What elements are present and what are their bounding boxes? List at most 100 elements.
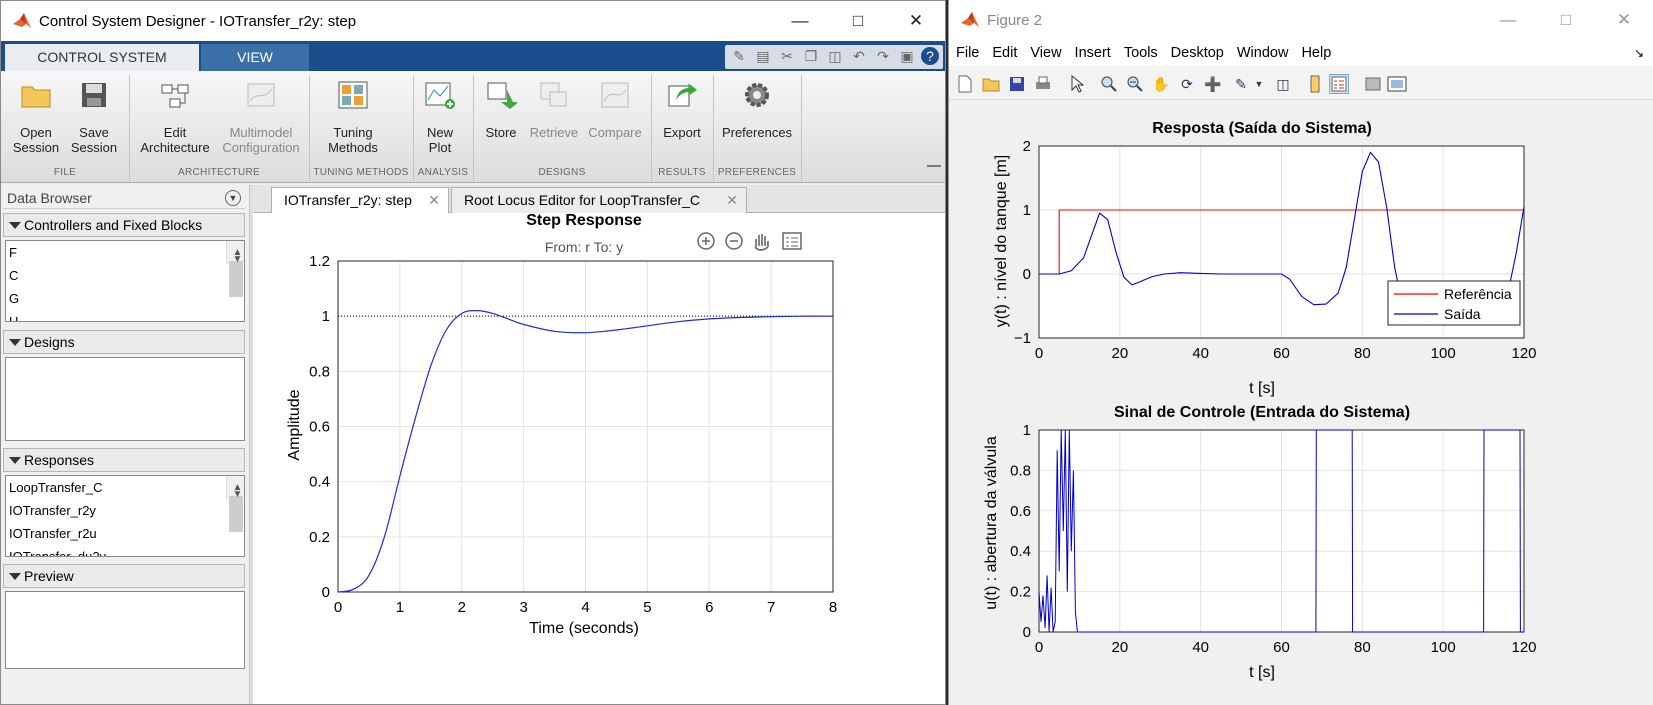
brush-dropdown-icon[interactable]: ▼: [1249, 74, 1269, 94]
scrollbar[interactable]: ▲ ▼: [226, 476, 244, 532]
minimize-button[interactable]: —: [771, 1, 829, 41]
scrollbar[interactable]: ▲ ▼: [226, 241, 244, 297]
minimize-button[interactable]: —: [1479, 0, 1537, 40]
list-item[interactable]: IOTransfer_r2u: [6, 522, 244, 545]
dock-arrow-icon[interactable]: ↘: [1634, 46, 1644, 60]
open-session-button[interactable]: Open Session: [11, 77, 61, 155]
new-plot-button[interactable]: New Plot: [419, 77, 461, 155]
select-arrow-icon[interactable]: [1067, 74, 1087, 94]
hide-plot-tools-icon[interactable]: [1363, 74, 1383, 94]
qa-redo-icon[interactable]: ↷: [873, 45, 893, 67]
collapse-ribbon-icon[interactable]: [927, 165, 941, 177]
qa-cut-icon[interactable]: ✂: [777, 45, 797, 67]
x-tick-label: 4: [581, 599, 589, 616]
store-button[interactable]: Store: [479, 77, 523, 140]
responses-list[interactable]: LoopTransfer_C IOTransfer_r2y IOTransfer…: [5, 475, 245, 557]
step-response-plot[interactable]: Step Response From: r To: y 0 1 2 3 4 5 6 7 8 0 0.…: [253, 212, 946, 705]
retrieve-button[interactable]: Retrieve: [527, 77, 581, 140]
maximize-button[interactable]: □: [829, 1, 887, 41]
open-file-icon[interactable]: [981, 74, 1001, 94]
zoom-in-icon[interactable]: [697, 232, 715, 250]
list-item[interactable]: F: [6, 241, 244, 264]
ribbon: Open Session Save Session Edit Architect…: [1, 71, 945, 183]
menu-help[interactable]: Help: [1301, 45, 1331, 61]
responses-header[interactable]: Responses: [3, 448, 245, 472]
qa-paste-icon[interactable]: ◫: [825, 45, 845, 67]
section-analysis-label: ANALYSIS: [417, 167, 469, 178]
y-tick-label: 0.2: [1010, 584, 1031, 601]
menu-window[interactable]: Window: [1237, 45, 1289, 61]
x-tick-label: 40: [1192, 639, 1209, 656]
brush-icon[interactable]: ✎: [1231, 74, 1251, 94]
designs-list[interactable]: [5, 357, 245, 441]
scroll-down-icon[interactable]: ▼: [227, 483, 244, 500]
edit-architecture-button[interactable]: Edit Architecture: [135, 77, 215, 155]
y-tick-label: 0.6: [1010, 503, 1031, 520]
controllers-header[interactable]: Controllers and Fixed Blocks: [3, 213, 245, 237]
list-item[interactable]: G: [6, 287, 244, 310]
step-response-chart[interactable]: Step Response From: r To: y 0 1 2 3 4 5 6 7 8 0 0.…: [253, 212, 946, 705]
preferences-button[interactable]: Preferences: [719, 77, 795, 140]
tab-root-locus[interactable]: Root Locus Editor for LoopTransfer_C ✕: [451, 187, 747, 213]
pan-hand-icon[interactable]: [754, 234, 769, 251]
close-button[interactable]: ✕: [1595, 0, 1653, 40]
y-axis-label: Amplitude: [286, 389, 303, 460]
save-session-button[interactable]: Save Session: [69, 77, 119, 155]
scroll-down-icon[interactable]: ▼: [227, 248, 244, 265]
close-tab-icon[interactable]: ✕: [428, 188, 440, 212]
qa-copy-icon[interactable]: ❐: [801, 45, 821, 67]
close-button[interactable]: ✕: [887, 1, 945, 41]
list-item[interactable]: IOTransfer_du2y: [6, 545, 244, 556]
menu-view[interactable]: View: [1030, 45, 1061, 61]
divider: [651, 75, 652, 181]
figure-canvas[interactable]: Resposta (Saída do Sistema) 0 20 40 60 80 100…: [949, 101, 1653, 705]
link-plot-icon[interactable]: ◫: [1273, 74, 1293, 94]
new-figure-icon[interactable]: [955, 74, 975, 94]
list-item[interactable]: IOTransfer_r2y: [6, 499, 244, 522]
menu-file[interactable]: File: [956, 45, 979, 61]
qa-save-icon[interactable]: ▤: [753, 45, 773, 67]
menu-edit[interactable]: Edit: [992, 45, 1017, 61]
controllers-list[interactable]: F C G H ▲ ▼: [5, 240, 245, 322]
menu-insert[interactable]: Insert: [1075, 45, 1111, 61]
rotate-3d-icon[interactable]: ⟳: [1177, 74, 1197, 94]
qa-undo-icon[interactable]: ↶: [849, 45, 869, 67]
designs-header[interactable]: Designs: [3, 330, 245, 354]
data-cursor-icon[interactable]: ➕: [1203, 74, 1223, 94]
save-icon[interactable]: [1007, 74, 1027, 94]
list-item[interactable]: C: [6, 264, 244, 287]
zoom-out-icon[interactable]: [1125, 74, 1145, 94]
show-plot-tools-icon[interactable]: [1387, 74, 1407, 94]
scroll-thumb[interactable]: [229, 496, 243, 532]
menu-tools[interactable]: Tools: [1124, 45, 1158, 61]
tab-step-response[interactable]: IOTransfer_r2y: step ✕: [271, 187, 449, 213]
tab-view[interactable]: VIEW: [201, 44, 309, 71]
close-tab-icon[interactable]: ✕: [726, 188, 738, 212]
preview-header[interactable]: Preview: [3, 564, 245, 588]
compare-button[interactable]: Compare: [587, 77, 643, 140]
tab-control-system[interactable]: CONTROL SYSTEM: [5, 44, 199, 71]
colorbar-icon[interactable]: [1305, 74, 1325, 94]
print-icon[interactable]: [1033, 74, 1053, 94]
zoom-in-icon[interactable]: [1099, 74, 1119, 94]
export-button[interactable]: Export: [657, 77, 707, 140]
qa-help-icon[interactable]: ?: [921, 47, 939, 65]
zoom-out-icon[interactable]: [725, 232, 743, 250]
x-tick-label: 6: [705, 599, 713, 616]
menu-desktop[interactable]: Desktop: [1171, 45, 1224, 61]
section-architecture-label: ARCHITECTURE: [178, 167, 260, 178]
list-item[interactable]: H: [6, 310, 244, 321]
multimodel-configuration-button[interactable]: Multimodel Configuration: [219, 77, 303, 155]
x-tick-label: 60: [1273, 345, 1290, 362]
legend-icon[interactable]: [1329, 74, 1349, 94]
qa-layout-icon[interactable]: ▣: [897, 45, 917, 67]
tuning-methods-button[interactable]: Tuning Methods: [315, 77, 391, 155]
scroll-thumb[interactable]: [229, 261, 243, 297]
figure-axes[interactable]: Resposta (Saída do Sistema) 0 20 40 60 80 100…: [949, 101, 1653, 705]
qa-export-icon[interactable]: ✎: [729, 45, 749, 67]
list-item[interactable]: LoopTransfer_C: [6, 476, 244, 499]
legend-toggle-icon[interactable]: [782, 232, 802, 250]
pan-icon[interactable]: ✋: [1151, 74, 1171, 94]
browser-menu-icon[interactable]: ▼: [225, 190, 241, 206]
maximize-button[interactable]: □: [1537, 0, 1595, 40]
